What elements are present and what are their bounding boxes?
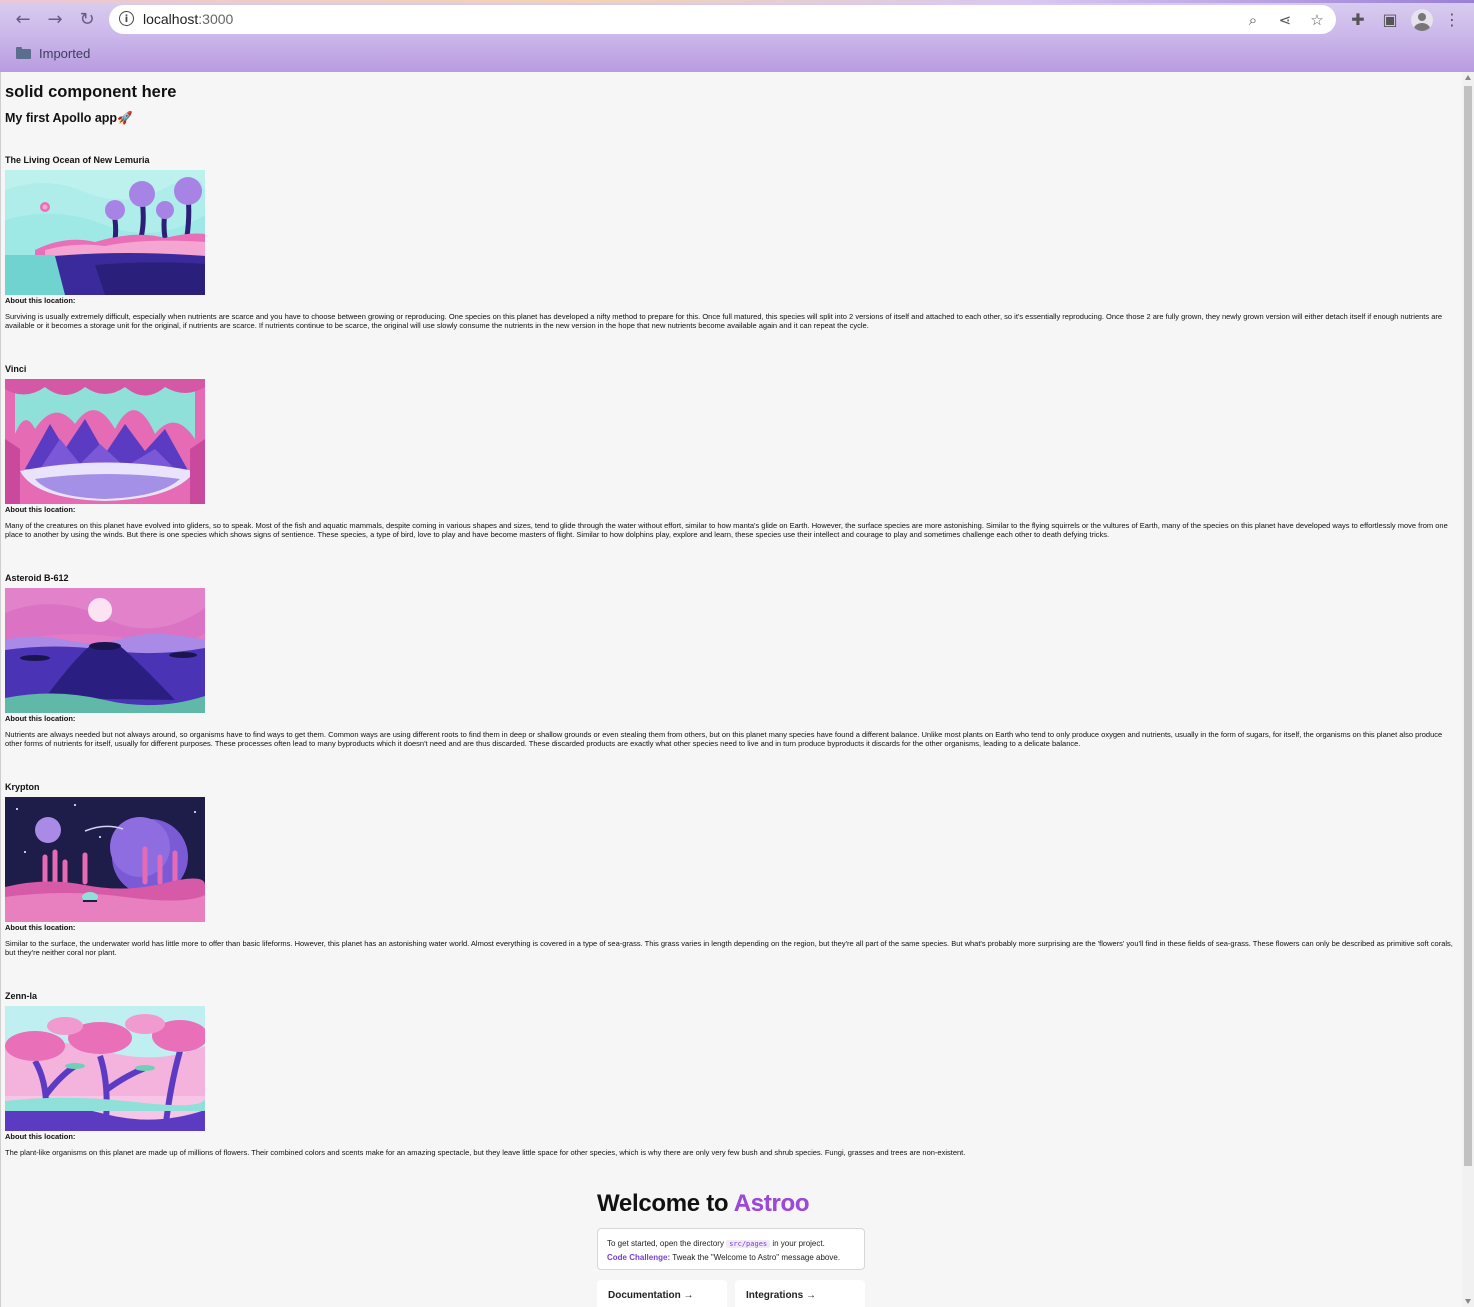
location-description: Many of the creatures on this planet hav…	[5, 521, 1448, 539]
side-panel-icon[interactable]: ▣	[1379, 9, 1401, 31]
code-challenge-text: Tweak the "Welcome to Astro" message abo…	[670, 1253, 841, 1262]
app-heading: My first Apollo app🚀	[5, 111, 133, 125]
bookmark-folder-imported[interactable]: Imported	[16, 43, 90, 63]
location-image	[5, 170, 205, 295]
about-label: About this location:	[5, 1132, 76, 1141]
extensions-puzzle-icon[interactable]: ✚	[1347, 9, 1369, 31]
back-arrow-icon[interactable]: ←	[12, 9, 34, 31]
location-name: Vinci	[5, 364, 27, 374]
scrollbar-thumb[interactable]	[1464, 86, 1472, 1166]
instructions-box: To get started, open the directory src/p…	[597, 1228, 865, 1270]
zoom-icon[interactable]: ⌕	[1244, 11, 1262, 29]
scroll-up-arrow-icon[interactable]	[1465, 75, 1471, 80]
instructions-text: To get started, open the directory	[607, 1239, 727, 1248]
location-image	[5, 379, 205, 504]
profile-avatar-icon[interactable]	[1411, 9, 1433, 31]
scroll-down-arrow-icon[interactable]	[1465, 1299, 1471, 1304]
url-host: localhost	[143, 11, 199, 27]
location-name: The Living Ocean of New Lemuria	[5, 155, 150, 165]
location-description: Similar to the surface, the underwater w…	[5, 939, 1453, 957]
documentation-card-link[interactable]: Documentation →	[597, 1280, 727, 1307]
component-heading: solid component here	[5, 83, 177, 101]
instructions-suffix: in your project.	[770, 1239, 825, 1248]
welcome-section: Welcome to Astroo To get started, open t…	[597, 1190, 865, 1307]
web-page: solid component here My first Apollo app…	[0, 72, 1462, 1307]
welcome-title-prefix: Welcome to	[597, 1190, 734, 1217]
location-name: Krypton	[5, 782, 40, 792]
instructions-line-2: Code Challenge: Tweak the "Welcome to As…	[607, 1251, 855, 1264]
kebab-menu-icon[interactable]: ⋮	[1441, 9, 1463, 31]
address-bar[interactable]: i localhost:3000 ⌕ ⋖ ☆	[109, 5, 1336, 34]
location-name: Asteroid B-612	[5, 573, 69, 583]
url-port: :3000	[198, 11, 234, 27]
about-label: About this location:	[5, 923, 76, 932]
share-icon[interactable]: ⋖	[1276, 11, 1294, 29]
vertical-scrollbar[interactable]	[1462, 72, 1474, 1307]
location-description: Surviving is usually extremely difficult…	[5, 312, 1443, 330]
location-image	[5, 797, 205, 922]
about-label: About this location:	[5, 714, 76, 723]
address-url[interactable]: localhost:3000	[143, 11, 233, 27]
about-label: About this location:	[5, 296, 76, 305]
browser-chrome: ← → ↻ i localhost:3000 ⌕ ⋖ ☆ ✚ ▣ ⋮ Impor…	[0, 0, 1474, 73]
folder-icon	[16, 47, 31, 59]
bookmark-star-icon[interactable]: ☆	[1308, 11, 1326, 29]
location-description: The plant-like organisms on this planet …	[5, 1148, 966, 1157]
location-image	[5, 1006, 205, 1131]
welcome-title: Welcome to Astroo	[597, 1190, 810, 1218]
location-description: Nutrients are always needed but not alwa…	[5, 730, 1443, 748]
reload-icon[interactable]: ↻	[76, 9, 98, 31]
window-accent-line	[0, 0, 1474, 3]
bookmark-folder-label: Imported	[39, 45, 91, 61]
site-info-icon[interactable]: i	[119, 11, 134, 26]
location-image	[5, 588, 205, 713]
forward-arrow-icon[interactable]: →	[44, 9, 66, 31]
location-name: Zenn-la	[5, 991, 38, 1001]
directory-code: src/pages	[726, 1240, 771, 1248]
instructions-line-1: To get started, open the directory src/p…	[607, 1237, 855, 1251]
welcome-title-accent: Astroo	[733, 1190, 810, 1217]
integrations-card-link[interactable]: Integrations →	[735, 1280, 865, 1307]
about-label: About this location:	[5, 505, 76, 514]
code-challenge-label: Code Challenge:	[607, 1253, 671, 1262]
